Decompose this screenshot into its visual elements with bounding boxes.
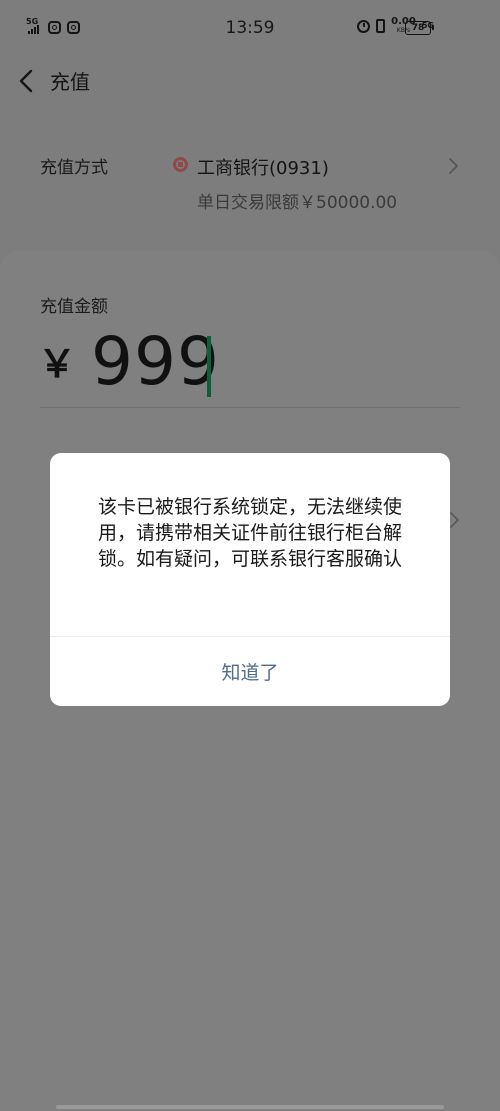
daily-limit-text: 单日交易限额￥50000.00 xyxy=(197,193,398,213)
battery-level: 78 xyxy=(411,23,425,33)
amount-label: 充值金额 xyxy=(40,297,108,317)
amount-input[interactable]: 999 xyxy=(91,322,220,402)
page-title: 充值 xyxy=(50,70,90,94)
got-it-button[interactable]: 知道了 xyxy=(50,637,450,706)
currency-symbol: ￥ xyxy=(38,342,77,386)
text-cursor xyxy=(207,336,211,397)
icbc-bank-icon xyxy=(173,157,188,172)
card-locked-dialog: 该卡已被银行系统锁定，无法继续使用，请携带相关证件前往银行柜台解锁。如有疑问，可… xyxy=(50,453,450,706)
battery-icon: 78 xyxy=(405,21,434,35)
payment-method-label: 充值方式 xyxy=(40,158,108,178)
vibrate-icon xyxy=(376,19,386,33)
bank-card-name[interactable]: 工商银行(0931) xyxy=(197,154,329,180)
payment-method-chevron-right-icon[interactable] xyxy=(445,156,461,176)
alarm-icon xyxy=(357,19,371,33)
dialog-message: 该卡已被银行系统锁定，无法继续使用，请携带相关证件前往银行柜台解锁。如有疑问，可… xyxy=(97,496,402,570)
back-button[interactable] xyxy=(15,66,39,96)
status-bar: 5G 13:59 0.00 KB/s 5G 78 xyxy=(0,0,500,58)
chevron-left-icon xyxy=(19,69,33,93)
home-indicator[interactable] xyxy=(56,1105,444,1109)
amount-divider xyxy=(40,407,460,408)
